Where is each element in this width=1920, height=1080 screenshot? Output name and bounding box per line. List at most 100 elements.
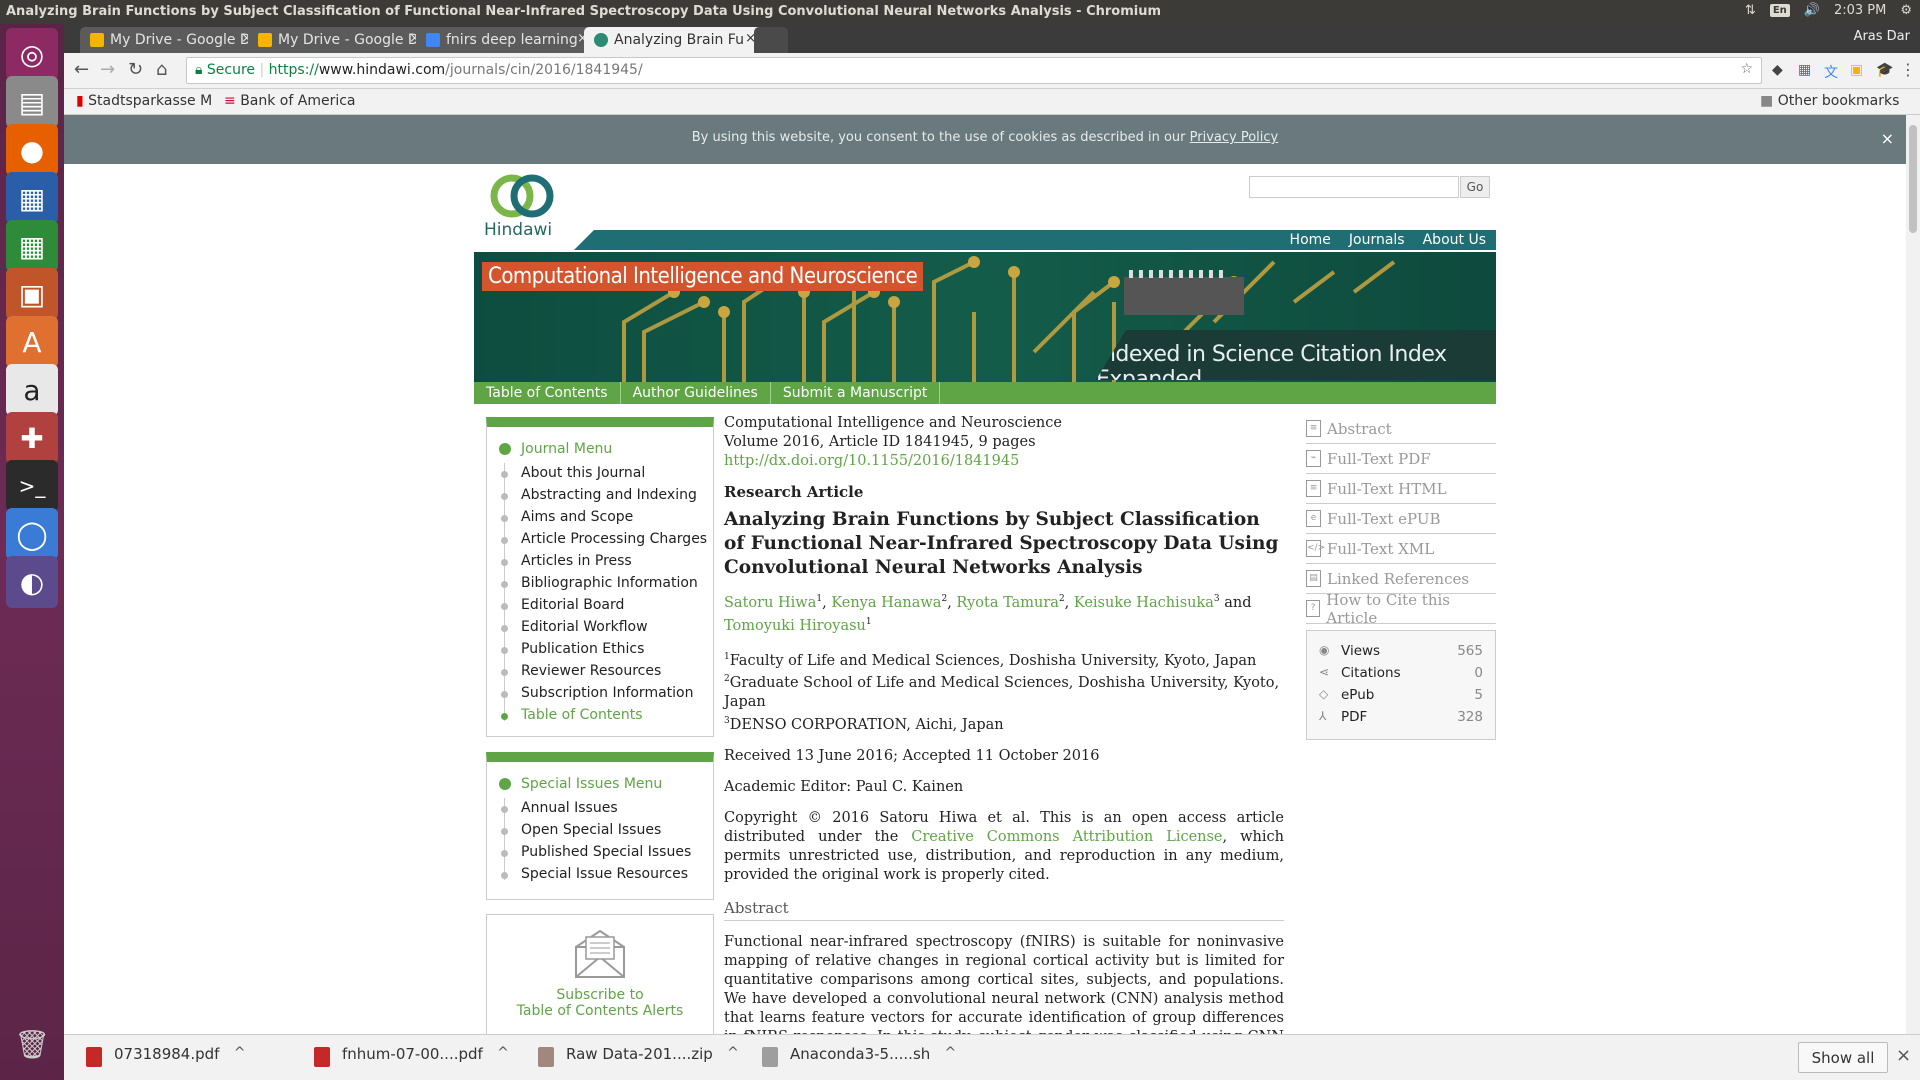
- menu-icon[interactable]: ⋮: [1900, 60, 1916, 79]
- affiliation-item: 2Graduate School of Life and Medical Sci…: [724, 670, 1284, 712]
- menu-item-aims[interactable]: Aims and Scope: [487, 507, 713, 529]
- journal-title-badge[interactable]: Computational Intelligence and Neuroscie…: [482, 262, 924, 291]
- files-icon[interactable]: ▤: [6, 76, 58, 128]
- network-icon[interactable]: ⇅: [1745, 3, 1756, 18]
- menu-item-ethics[interactable]: Publication Ethics: [487, 639, 713, 661]
- close-shelf-icon[interactable]: ×: [1896, 1045, 1911, 1066]
- bookmark-star-icon[interactable]: ☆: [1740, 61, 1753, 77]
- hindawi-logo[interactable]: Hindawi: [484, 172, 564, 242]
- download-item[interactable]: 07318984.pdf ^: [86, 1045, 245, 1071]
- download-item[interactable]: fnhum-07-00....pdf ^: [314, 1045, 509, 1071]
- link-abstract[interactable]: ≡ Abstract: [1306, 414, 1496, 444]
- menu-item-subscription[interactable]: Subscription Information: [487, 683, 713, 705]
- tab-analyzing-brain[interactable]: Analyzing Brain Fu ×: [584, 27, 764, 53]
- menu-item-reviewer[interactable]: Reviewer Resources: [487, 661, 713, 683]
- author-link[interactable]: Tomoyuki Hiroyasu: [724, 618, 866, 634]
- translate-extension-icon[interactable]: 文: [1824, 62, 1838, 82]
- author-link[interactable]: Satoru Hiwa: [724, 595, 816, 611]
- calc-icon[interactable]: ▦: [6, 220, 58, 272]
- download-item[interactable]: Raw Data-201....zip ^: [538, 1045, 739, 1071]
- link-how-to-cite[interactable]: ? How to Cite this Article: [1306, 591, 1496, 627]
- writer-icon[interactable]: ▦: [6, 172, 58, 224]
- link-full-text-pdf[interactable]: ⌁ Full-Text PDF: [1306, 444, 1496, 474]
- chromium-icon[interactable]: ◯: [6, 508, 58, 560]
- menu-item-apc[interactable]: Article Processing Charges: [487, 529, 713, 551]
- cookie-close-icon[interactable]: ×: [1881, 129, 1894, 148]
- show-all-downloads-button[interactable]: Show all: [1798, 1042, 1888, 1073]
- settings-gear-icon[interactable]: ⚙: [1900, 3, 1912, 18]
- other-bookmarks[interactable]: ■ Other bookmarks: [1760, 93, 1899, 109]
- license-link[interactable]: Creative Commons Attribution License: [911, 829, 1222, 845]
- nav-about-us[interactable]: About Us: [1423, 232, 1486, 248]
- forward-icon[interactable]: →: [100, 59, 115, 80]
- terminal-icon[interactable]: >_: [6, 460, 58, 512]
- tab-my-drive-2[interactable]: My Drive - Google D ×: [248, 27, 428, 53]
- system-settings-icon[interactable]: ✚: [6, 412, 58, 464]
- page-scrollbar[interactable]: [1906, 115, 1920, 1034]
- subnav-table-of-contents[interactable]: Table of Contents: [474, 382, 621, 404]
- scholar-extension-icon[interactable]: 🎓: [1876, 62, 1893, 78]
- firefox-icon[interactable]: ●: [6, 124, 58, 176]
- menu-item-editorial-board[interactable]: Editorial Board: [487, 595, 713, 617]
- tab-fnirs-search[interactable]: fnirs deep learning ×: [416, 27, 596, 53]
- search-go-button[interactable]: Go: [1460, 176, 1490, 198]
- eclipse-icon[interactable]: ◐: [6, 556, 58, 608]
- bookmarks-bar: ▮ Stadtsparkasse M ≡ Bank of America ■ O…: [64, 89, 1920, 115]
- volume-icon[interactable]: 🔊: [1804, 3, 1820, 18]
- amazon-icon[interactable]: a: [6, 364, 58, 416]
- profile-name[interactable]: Aras Dar: [1854, 29, 1910, 44]
- nav-journals[interactable]: Journals: [1349, 232, 1405, 248]
- link-label: Full-Text HTML: [1327, 479, 1447, 498]
- reload-icon[interactable]: ↻: [128, 59, 143, 80]
- clock[interactable]: 2:03 PM: [1834, 3, 1886, 18]
- author-link[interactable]: Ryota Tamura: [956, 595, 1059, 611]
- scrollbar-thumb[interactable]: [1909, 125, 1917, 233]
- pocket-extension-icon[interactable]: ◆: [1772, 62, 1783, 78]
- link-linked-references[interactable]: ▤ Linked References: [1306, 564, 1496, 594]
- home-icon[interactable]: ⌂: [156, 59, 167, 80]
- ubuntu-dash-icon[interactable]: ◎: [6, 28, 58, 80]
- trash-icon[interactable]: 🗑: [6, 1018, 58, 1070]
- link-full-text-xml[interactable]: </> Full-Text XML: [1306, 534, 1496, 564]
- author-link[interactable]: Keisuke Hachisuka: [1074, 595, 1214, 611]
- privacy-policy-link[interactable]: Privacy Policy: [1190, 130, 1279, 145]
- menu-item-about[interactable]: About this Journal: [487, 463, 713, 485]
- impress-icon[interactable]: ▣: [6, 268, 58, 320]
- chevron-up-icon[interactable]: ^: [727, 1045, 739, 1061]
- author-link[interactable]: Kenya Hanawa: [831, 595, 941, 611]
- bookmark-stadtsparkasse[interactable]: ▮ Stadtsparkasse M: [76, 93, 212, 109]
- nav-home[interactable]: Home: [1290, 232, 1331, 248]
- article-doi-link[interactable]: http://dx.doi.org/10.1155/2016/1841945: [724, 453, 1019, 469]
- keyboard-layout-indicator[interactable]: En: [1769, 4, 1790, 17]
- menu-item-editorial-workflow[interactable]: Editorial Workflow: [487, 617, 713, 639]
- slides-extension-icon[interactable]: ▣: [1850, 62, 1863, 78]
- menu-item-toc[interactable]: Table of Contents: [487, 705, 713, 727]
- menu-item-in-press[interactable]: Articles in Press: [487, 551, 713, 573]
- journal-menu-title: Journal Menu: [487, 427, 713, 463]
- address-bar[interactable]: 🔒︎ Secure | https://www.hindawi.com/jour…: [186, 57, 1762, 84]
- menu-item-annual[interactable]: Annual Issues: [487, 798, 713, 820]
- metric-epub: ◇ ePub 5: [1319, 687, 1483, 709]
- download-item[interactable]: Anaconda3-5.....sh ^: [762, 1045, 956, 1071]
- back-icon[interactable]: ←: [74, 59, 89, 80]
- subnav-submit-manuscript[interactable]: Submit a Manuscript: [771, 382, 941, 404]
- chevron-up-icon[interactable]: ^: [234, 1045, 246, 1061]
- menu-item-abstracting[interactable]: Abstracting and Indexing: [487, 485, 713, 507]
- chevron-up-icon[interactable]: ^: [945, 1045, 957, 1061]
- software-center-icon[interactable]: A: [6, 316, 58, 368]
- calendar-extension-icon[interactable]: ▦: [1798, 62, 1811, 78]
- menu-item-published-special[interactable]: Published Special Issues: [487, 842, 713, 864]
- toc-alerts-box[interactable]: Subscribe to Table of Contents Alerts: [486, 914, 714, 1034]
- tab-my-drive-1[interactable]: My Drive - Google D ×: [80, 27, 260, 53]
- link-label: Linked References: [1327, 569, 1470, 588]
- link-full-text-html[interactable]: ≡ Full-Text HTML: [1306, 474, 1496, 504]
- subnav-author-guidelines[interactable]: Author Guidelines: [621, 382, 771, 404]
- bookmark-bank-of-america[interactable]: ≡ Bank of America: [224, 93, 356, 109]
- menu-item-special-resources[interactable]: Special Issue Resources: [487, 864, 713, 886]
- chevron-up-icon[interactable]: ^: [497, 1045, 509, 1061]
- site-search-input[interactable]: [1249, 176, 1459, 198]
- new-tab-button[interactable]: [754, 27, 788, 53]
- menu-item-open-special[interactable]: Open Special Issues: [487, 820, 713, 842]
- menu-item-bibliographic[interactable]: Bibliographic Information: [487, 573, 713, 595]
- link-full-text-epub[interactable]: e Full-Text ePUB: [1306, 504, 1496, 534]
